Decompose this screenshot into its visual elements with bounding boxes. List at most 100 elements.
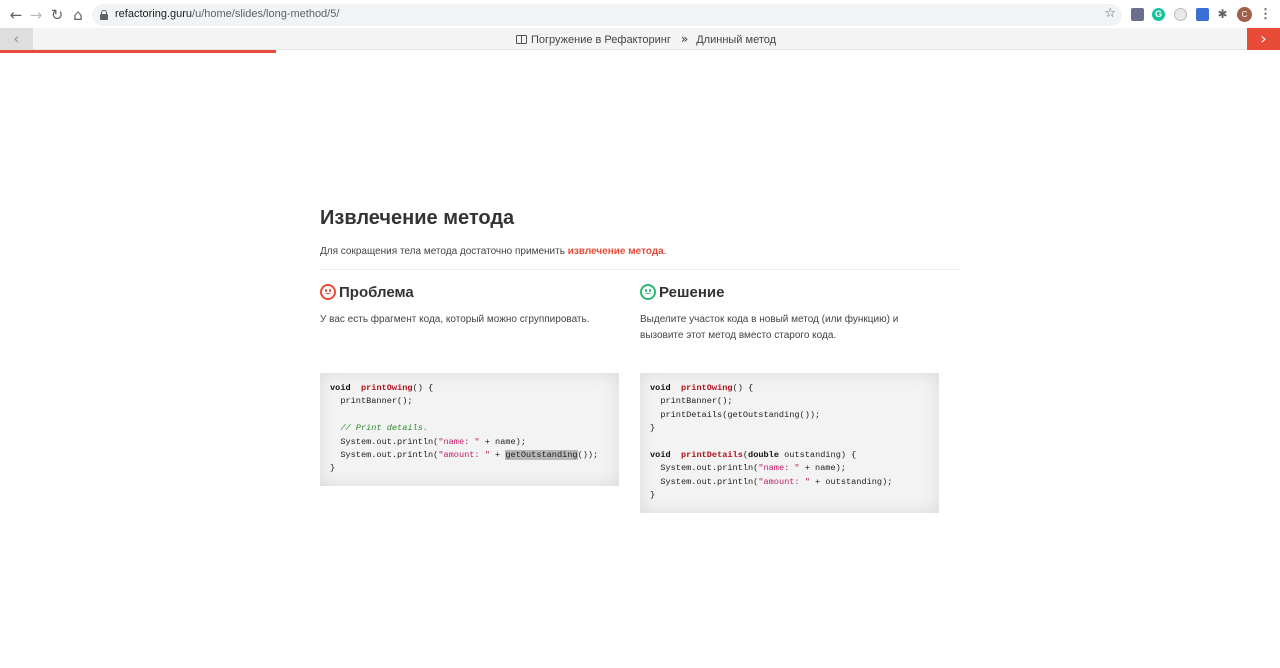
problem-code-line: System.out.println("amount: " + getOutst… (330, 449, 609, 462)
code-token: } (650, 423, 656, 434)
code-token: () { (732, 383, 754, 393)
code-token: "amount: " (758, 476, 810, 487)
code-token: System.out.println( (650, 463, 759, 474)
slide-navigation-bar: ‹ Погружение в Рефакторинг » Длинный метод… (0, 28, 1280, 50)
solution-code-line: void printDetails(double outstanding) { (650, 449, 929, 462)
lock-icon (100, 10, 108, 20)
solution-description: Выделите участок кода в новый метод (или… (640, 314, 899, 341)
forward-icon[interactable]: → (26, 5, 46, 25)
code-token: () { (412, 383, 434, 393)
solution-code-block: void printOwing() { printBanner(); print… (640, 373, 939, 513)
grammarly-extension-icon[interactable]: G (1152, 8, 1165, 21)
code-token: outstanding) { (778, 449, 857, 460)
page-title: Извлечение метода (320, 207, 515, 229)
url-text: refactoring.guru/u/home/slides/long-meth… (115, 8, 339, 20)
solution-column: Решение Выделите участок кода в новый ме… (640, 284, 940, 344)
happy-face-icon (640, 284, 656, 300)
previous-slide-button[interactable]: ‹ (0, 28, 33, 50)
code-token: printOwing (680, 383, 733, 393)
code-token: // Print details. (340, 423, 428, 434)
bookmark-star-icon[interactable]: ☆ (1104, 6, 1116, 21)
solution-code-line: System.out.println("name: " + name); (650, 462, 929, 475)
extension-window-icon[interactable] (1196, 8, 1209, 21)
solution-code-line: void printOwing() { (650, 382, 929, 395)
double-chevron-icon: » (680, 32, 689, 46)
solution-heading-text: Решение (659, 284, 725, 301)
problem-code-line: void printOwing() { (330, 382, 609, 395)
solution-code-line: printBanner(); (650, 395, 929, 408)
code-token: printOwing (360, 383, 413, 393)
sad-face-icon (320, 284, 336, 300)
code-token: + outstanding); (809, 476, 893, 487)
code-token: printDetails(getOutstanding()); (650, 409, 821, 420)
code-token: } (330, 463, 336, 474)
slide-content: Извлечение метода Для сокращения тела ме… (320, 207, 960, 341)
solution-code-line: } (650, 489, 929, 502)
address-bar[interactable]: refactoring.guru/u/home/slides/long-meth… (92, 4, 1122, 26)
reload-icon[interactable]: ↻ (47, 5, 67, 25)
intro-text: Для сокращения тела метода достаточно пр… (320, 246, 960, 257)
solution-code-line: } (650, 422, 929, 435)
problem-code-line: // Print details. (330, 422, 609, 435)
breadcrumb: Погружение в Рефакторинг » Длинный метод (516, 28, 776, 50)
slide-progress-bar (0, 50, 1280, 54)
solution-heading: Решение (640, 284, 940, 302)
code-token: "name: " (758, 463, 800, 474)
code-token: printBanner(); (330, 396, 413, 407)
problem-code-line: System.out.println("name: " + name); (330, 436, 609, 449)
url-path: /u/home/slides/long-method/5/ (192, 8, 340, 20)
code-token: + name); (479, 436, 526, 447)
book-icon (516, 35, 527, 44)
progress-fill (0, 50, 277, 53)
extensions-puzzle-icon[interactable]: ✱ (1216, 8, 1229, 21)
problem-code-line: } (330, 462, 609, 475)
intro-text-end: . (663, 246, 667, 257)
code-token: + (489, 449, 506, 460)
code-token: "amount: " (438, 449, 490, 460)
breadcrumb-course[interactable]: Погружение в Рефакторинг (531, 34, 671, 46)
code-token: double (748, 449, 779, 460)
chevron-right-icon: › (1260, 29, 1267, 48)
intro-text-start: Для сокращения тела метода достаточно пр… (320, 246, 568, 257)
browser-toolbar: ← → ↻ ⌂ refactoring.guru/u/home/slides/l… (0, 0, 1280, 30)
profile-avatar[interactable]: C (1237, 7, 1252, 22)
url-host: refactoring.guru (115, 8, 193, 20)
next-slide-button[interactable]: › (1247, 28, 1280, 50)
problem-code-block: void printOwing() { printBanner(); // Pr… (320, 373, 619, 486)
code-token: System.out.println( (330, 449, 439, 460)
code-token: ()); (577, 449, 599, 460)
code-token: void (650, 449, 671, 460)
problem-code-line: printBanner(); (330, 395, 609, 408)
breadcrumb-lesson[interactable]: Длинный метод (696, 34, 776, 46)
code-token: void (330, 383, 351, 393)
problem-description: У вас есть фрагмент кода, который можно … (320, 314, 590, 325)
chevron-left-icon: ‹ (13, 29, 20, 48)
browser-menu-icon[interactable]: ⋮ (1259, 6, 1272, 22)
extract-method-link[interactable]: извлечение метода (568, 246, 664, 257)
code-token: getOutstanding (505, 449, 578, 460)
divider (320, 269, 960, 270)
code-token: } (650, 490, 656, 501)
problem-code-line (330, 409, 609, 422)
home-icon[interactable]: ⌂ (68, 5, 88, 25)
code-token: System.out.println( (330, 436, 439, 447)
solution-code-line: System.out.println("amount: " + outstand… (650, 476, 929, 489)
extension-clip-icon[interactable] (1174, 8, 1187, 21)
problem-heading: Проблема (320, 284, 620, 302)
code-token: void (650, 383, 671, 393)
code-token: System.out.println( (650, 476, 759, 487)
code-token: printBanner(); (650, 396, 733, 407)
extension-square-icon[interactable] (1131, 8, 1144, 21)
code-token: + name); (799, 463, 846, 474)
back-icon[interactable]: ← (6, 5, 26, 25)
code-token: printDetails (680, 449, 743, 460)
problem-column: Проблема У вас есть фрагмент кода, котор… (320, 284, 620, 328)
problem-heading-text: Проблема (339, 284, 414, 301)
solution-code-line: printDetails(getOutstanding()); (650, 409, 929, 422)
code-token: "name: " (438, 436, 480, 447)
solution-code-line (650, 436, 929, 449)
